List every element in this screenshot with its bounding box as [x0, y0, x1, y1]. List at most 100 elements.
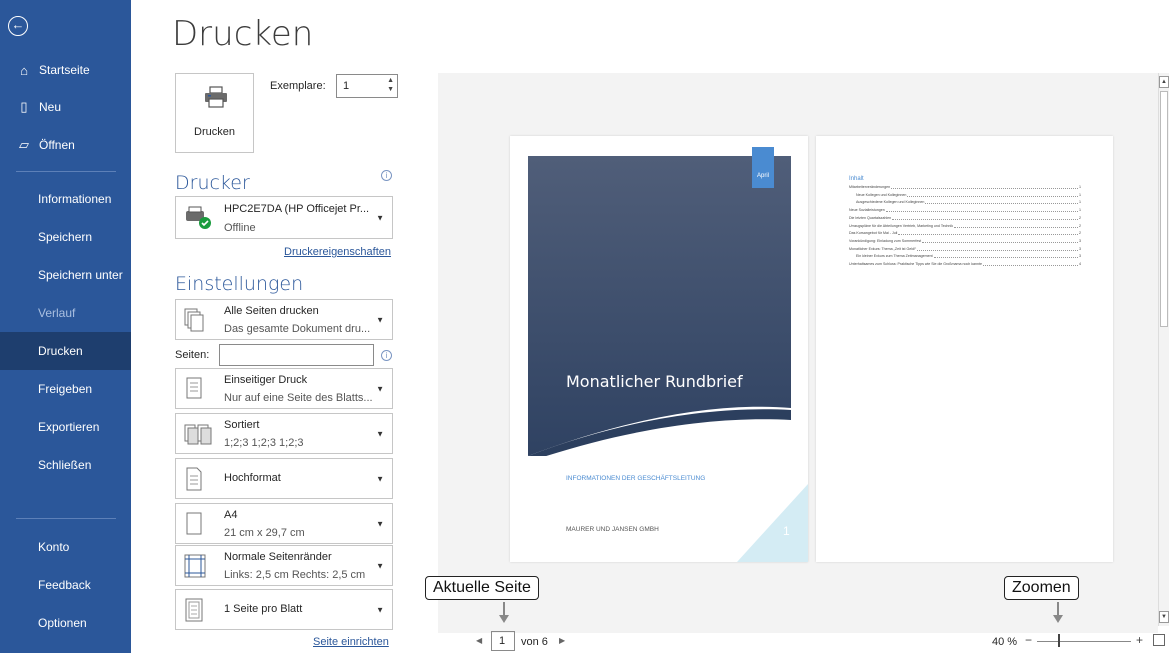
print-range-select[interactable]: Alle Seiten drucken Das gesamte Dokument…	[175, 299, 393, 340]
toc-leader-dots	[898, 234, 1078, 236]
toc-entry-page: 1	[1079, 208, 1081, 213]
chevron-down-icon: ▼	[376, 213, 384, 222]
info-icon[interactable]: i	[381, 350, 392, 361]
toc-leader-dots	[892, 218, 1078, 220]
sidebar-item-label: Neu	[39, 100, 62, 114]
home-icon: ⌂	[20, 62, 28, 78]
sidebar-item-startseite[interactable]: ⌂ Startseite	[0, 51, 131, 89]
previous-page-icon[interactable]: ◀	[476, 636, 482, 645]
print-button[interactable]: Drucken	[175, 73, 254, 153]
print-button-label: Drucken	[194, 126, 235, 138]
toc-entry-text: Mitarbeiterveränderungen	[849, 185, 891, 189]
toc-entry-page: 1	[1079, 200, 1081, 205]
toc-entry-page: 1	[1079, 185, 1081, 189]
pages-per-sheet-select[interactable]: 1 Seite pro Blatt ▼	[175, 589, 393, 630]
open-folder-icon: ▱	[19, 137, 29, 152]
toc-entry-text: Monatlicher Exkurs: Thema „Zeit ist Geld…	[849, 246, 917, 251]
toc-entry: Die letzten Quartalszahlen	[849, 216, 891, 220]
zoom-slider-thumb[interactable]	[1058, 634, 1060, 647]
page-footer-number: 1	[783, 524, 790, 538]
backstage-sidebar: ← ⌂ Startseite ▯ Neu ▱ Öffnen Informatio…	[0, 0, 131, 653]
toc-entry-page: 4	[1079, 262, 1081, 266]
zoom-to-page-icon[interactable]	[1153, 634, 1165, 646]
sidebar-item-speichern[interactable]: Speichern	[0, 218, 131, 256]
pages-label: Seiten:	[175, 349, 210, 361]
scroll-thumb[interactable]	[1160, 91, 1168, 327]
toc-leader-dots	[907, 195, 1078, 197]
sidebar-item-drucken[interactable]: Drucken	[0, 332, 131, 370]
copies-label: Exemplare:	[270, 80, 326, 92]
pages-input[interactable]	[219, 344, 374, 366]
scroll-up-icon[interactable]: ▲	[1159, 76, 1169, 88]
toc-entry-text: Die letzten Quartalszahlen	[849, 215, 892, 220]
toc-entry-text: Ausgeschiedene Kollegen und Kolleginnen	[856, 200, 925, 205]
sidebar-item-informationen[interactable]: Informationen	[0, 180, 131, 218]
toc-leader-dots	[933, 257, 1078, 259]
new-document-icon: ▯	[20, 99, 28, 114]
dropdown-subtitle: Nur auf eine Seite des Blatts...	[224, 392, 373, 404]
sidebar-item-optionen[interactable]: Optionen	[0, 604, 131, 642]
month-tag: April	[752, 147, 774, 188]
callout-zoom: Zoomen	[1004, 576, 1079, 600]
toc-entry: Vorankündigung: Einladung zum Sommerfest	[849, 239, 921, 243]
sidebar-item-label: Startseite	[39, 63, 90, 77]
dropdown-title: Normale Seitenränder	[224, 551, 332, 563]
scroll-down-icon[interactable]: ▼	[1159, 611, 1169, 623]
cover-title: Monatlicher Rundbrief	[566, 372, 743, 391]
printer-properties-link[interactable]: Druckereigenschaften	[284, 246, 391, 258]
sidebar-item-feedback[interactable]: Feedback	[0, 566, 131, 604]
dropdown-title: 1 Seite pro Blatt	[224, 603, 303, 615]
spin-arrows-icon[interactable]: ▲ ▼	[387, 76, 394, 94]
chevron-down-icon: ▼	[376, 519, 384, 528]
sidebar-item-schliessen[interactable]: Schließen	[0, 446, 131, 484]
collation-select[interactable]: Sortiert 1;2;3 1;2;3 1;2;3 ▼	[175, 413, 393, 454]
printer-status: Offline	[224, 222, 256, 234]
zoom-out-icon[interactable]: −	[1025, 633, 1032, 647]
current-page-input[interactable]: 1	[491, 631, 515, 651]
sidebar-item-freigeben[interactable]: Freigeben	[0, 370, 131, 408]
toc-entry-page: 2	[1079, 231, 1081, 236]
toc-entry-text: Neue Sozialleistungen	[849, 208, 885, 213]
next-page-icon[interactable]: ▶	[559, 636, 565, 645]
portrait-icon	[186, 467, 202, 490]
sidebar-item-exportieren[interactable]: Exportieren	[0, 408, 131, 446]
dropdown-title: Sortiert	[224, 419, 260, 431]
cover-banner	[528, 156, 791, 456]
sidebar-item-konto[interactable]: Konto	[0, 528, 131, 566]
one-page-per-sheet-icon	[185, 598, 203, 621]
orientation-select[interactable]: Hochformat ▼	[175, 458, 393, 499]
sidebar-item-neu[interactable]: ▯ Neu	[0, 88, 131, 126]
printer-select[interactable]: HPC2E7DA (HP Officejet Pr... Offline ▼	[175, 196, 393, 239]
toc-entry-page: 2	[1079, 223, 1081, 228]
sidebar-item-verlauf[interactable]: Verlauf	[0, 294, 131, 332]
settings-heading: Einstellungen	[175, 273, 304, 295]
zoom-in-icon[interactable]: +	[1136, 633, 1143, 647]
sidebar-item-label: Öffnen	[39, 138, 75, 152]
zoom-percent[interactable]: 40 %	[992, 636, 1017, 648]
sidebar-divider	[16, 171, 116, 172]
copies-stepper[interactable]: 1 ▲ ▼	[336, 74, 398, 98]
sides-select[interactable]: Einseitiger Druck Nur auf eine Seite des…	[175, 368, 393, 409]
info-icon[interactable]: i	[381, 170, 392, 181]
callout-arrow	[503, 602, 505, 616]
dropdown-subtitle: Links: 2,5 cm Rechts: 2,5 cm	[224, 569, 366, 581]
zoom-slider[interactable]	[1037, 641, 1131, 642]
printer-heading: Drucker	[175, 172, 250, 194]
sidebar-item-oeffnen[interactable]: ▱ Öffnen	[0, 126, 131, 164]
dropdown-title: Hochformat	[224, 472, 281, 484]
chevron-down-icon: ▼	[376, 315, 384, 324]
page-setup-link[interactable]: Seite einrichten	[313, 636, 389, 648]
chevron-down-icon: ▼	[376, 474, 384, 483]
toc-heading: Inhalt	[849, 176, 864, 182]
preview-scrollbar[interactable]: ▲ ▼	[1158, 73, 1169, 626]
single-sided-icon	[186, 377, 202, 398]
back-arrow-icon[interactable]: ←	[8, 16, 28, 36]
margins-icon	[184, 554, 206, 577]
toc-leader-dots	[954, 226, 1078, 228]
printer-icon	[205, 86, 227, 108]
paper-icon	[186, 512, 202, 534]
margins-select[interactable]: Normale Seitenränder Links: 2,5 cm Recht…	[175, 545, 393, 586]
callout-current-page: Aktuelle Seite	[425, 576, 539, 600]
sidebar-item-speichern-unter[interactable]: Speichern unter	[0, 256, 131, 294]
paper-size-select[interactable]: A4 21 cm x 29,7 cm ▼	[175, 503, 393, 544]
